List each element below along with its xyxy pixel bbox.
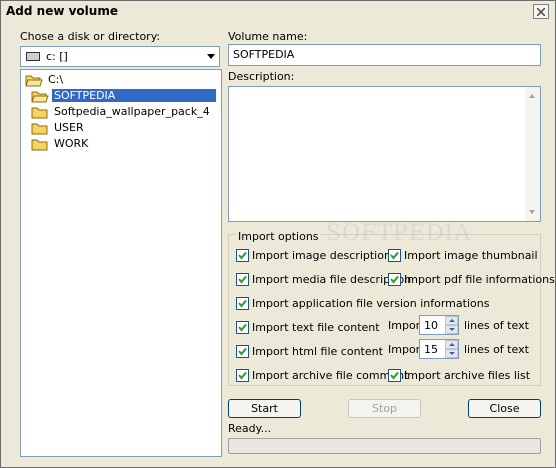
title-bar: Add new volume (1, 1, 555, 23)
disk-label: Chose a disk or directory: (20, 30, 161, 43)
folder-icon (31, 107, 48, 119)
tree-item-label: C:\ (48, 73, 64, 86)
drive-select[interactable]: c: [] (20, 46, 220, 67)
checkbox-box[interactable] (388, 249, 401, 262)
directory-tree[interactable]: C:\ SOFTPEDIA Softpedia_wallpaper_pack_4… (20, 69, 222, 457)
checkbox-box[interactable] (236, 297, 249, 310)
checkmark-icon (238, 299, 247, 308)
text-lines-stepper[interactable]: 10 (419, 315, 459, 335)
close-window-button[interactable] (533, 4, 549, 19)
checkbox-label: Import text file content (252, 321, 380, 334)
description-scrollbar[interactable] (525, 87, 540, 221)
checkmark-icon (238, 323, 247, 332)
checkbox-box[interactable] (236, 273, 249, 286)
text-lines-value: 10 (424, 319, 438, 332)
checkbox-box[interactable] (388, 273, 401, 286)
arrow-down-icon (449, 352, 455, 355)
description-label: Description: (228, 70, 295, 83)
open-folder-icon (25, 75, 43, 87)
arrow-up-icon (449, 343, 455, 346)
checkbox-label: Import image thumbnail (404, 249, 538, 262)
checkbox-label: Import archive file comment (252, 369, 409, 382)
stepper-up-button[interactable] (445, 316, 458, 325)
checkbox-label: Import archive files list (404, 369, 531, 382)
tree-item-label: SOFTPEDIA (52, 89, 216, 102)
add-volume-dialog: Add new volume Chose a disk or directory… (0, 0, 556, 468)
close-button[interactable]: Close (468, 399, 541, 418)
text-lines-suffix: lines of text (464, 319, 529, 332)
folder-icon (31, 123, 48, 135)
checkmark-icon (238, 371, 247, 380)
stepper-down-button[interactable] (445, 325, 458, 334)
open-folder-icon (31, 91, 49, 103)
drive-icon (26, 52, 40, 61)
checkmark-icon (390, 275, 399, 284)
checkbox-label: Import application file version informat… (252, 297, 490, 310)
window-title: Add new volume (6, 4, 118, 18)
stepper-up-button[interactable] (445, 340, 458, 349)
tree-item-label: Softpedia_wallpaper_pack_4 (54, 105, 210, 118)
drive-value: c: [] (46, 50, 68, 63)
checkbox-label: Import image description (252, 249, 391, 262)
checkbox-label: Import pdf file informations (404, 273, 555, 286)
checkbox-box[interactable] (236, 369, 249, 382)
stepper-buttons (445, 316, 458, 334)
checkbox-box[interactable] (236, 321, 249, 334)
volume-name-input[interactable]: SOFTPEDIA (228, 44, 541, 66)
scroll-up-icon[interactable] (529, 94, 535, 98)
volume-name-label: Volume name: (228, 30, 308, 43)
status-text: Ready... (228, 422, 272, 435)
arrow-down-icon (449, 328, 455, 331)
description-textarea[interactable] (228, 86, 541, 222)
progress-bar (228, 438, 541, 454)
scroll-down-icon[interactable] (529, 210, 535, 214)
stepper-buttons (445, 340, 458, 358)
checkmark-icon (238, 275, 247, 284)
html-lines-suffix: lines of text (464, 343, 529, 356)
stop-button[interactable]: Stop (348, 399, 421, 418)
chevron-down-icon[interactable] (207, 54, 215, 59)
checkbox-label: Import html file content (252, 345, 383, 358)
checkbox-box[interactable] (388, 369, 401, 382)
import-options-title: Import options (236, 230, 321, 243)
tree-item-label: WORK (54, 137, 89, 150)
checkbox-box[interactable] (236, 249, 249, 262)
checkmark-icon (238, 347, 247, 356)
stepper-down-button[interactable] (445, 349, 458, 358)
close-icon (537, 8, 545, 16)
html-lines-stepper[interactable]: 15 (419, 339, 459, 359)
arrow-up-icon (449, 319, 455, 322)
start-button[interactable]: Start (228, 399, 301, 418)
checkmark-icon (238, 251, 247, 260)
checkmark-icon (390, 371, 399, 380)
tree-item-label: USER (54, 121, 84, 134)
folder-icon (31, 139, 48, 151)
checkmark-icon (390, 251, 399, 260)
checkbox-box[interactable] (236, 345, 249, 358)
html-lines-value: 15 (424, 343, 438, 356)
